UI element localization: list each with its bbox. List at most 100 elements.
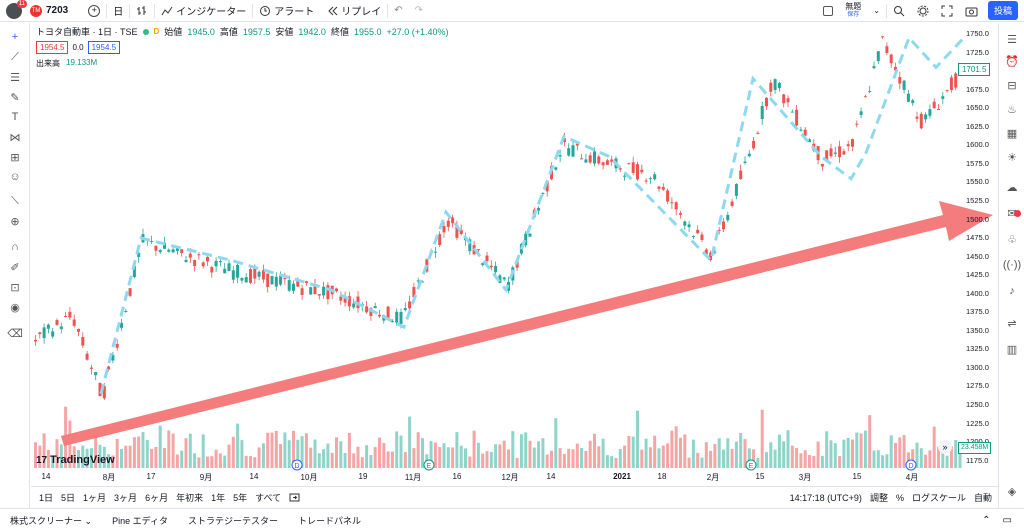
save-label: 保存 — [847, 11, 860, 18]
publish-button[interactable]: 投稿 — [987, 1, 1018, 20]
alarm-clock-icon[interactable]: ⏰ — [1004, 53, 1020, 69]
symbol-title[interactable]: トヨタ自動車 · 1日 · TSE — [36, 25, 138, 38]
goto-date-button[interactable] — [285, 492, 304, 504]
calendar-icon[interactable]: ▦ — [1004, 125, 1020, 141]
auto-scale-toggle[interactable]: 自動 — [974, 491, 992, 504]
symbol-search[interactable]: 7203 — [46, 5, 68, 16]
stream-icon[interactable]: ((·)) — [1003, 257, 1021, 273]
clock[interactable]: 14:17:18 (UTC+9) — [790, 493, 862, 503]
volume-bar — [945, 455, 949, 468]
candle-body — [799, 129, 803, 131]
chart-type-button[interactable] — [130, 0, 154, 22]
scroll-to-realtime-button[interactable]: » — [938, 440, 952, 454]
zoom-in-icon[interactable]: ⊕ — [6, 213, 24, 229]
log-scale-toggle[interactable]: ログスケール — [912, 491, 966, 504]
maximize-panel-button[interactable]: ▭ — [1003, 515, 1012, 526]
expand-panel-button[interactable]: ⌃ — [982, 515, 990, 526]
candle-body — [666, 190, 670, 202]
tab-screener[interactable]: 株式スクリーナー ⌄ — [0, 514, 102, 527]
ideas-icon[interactable]: ☀ — [1004, 149, 1020, 165]
volume-bar — [502, 440, 506, 468]
add-symbol-button[interactable]: + — [82, 0, 106, 22]
interval-button[interactable]: 日 — [107, 0, 129, 22]
range-1y[interactable]: 1年 — [207, 491, 229, 504]
quick-search-button[interactable] — [887, 0, 911, 22]
replay-button[interactable]: リプレイ — [320, 0, 387, 22]
eye-icon[interactable]: ◉ — [6, 299, 24, 315]
fib-retracement-icon[interactable]: ☰ — [6, 69, 24, 85]
trend-line-icon[interactable]: ⟋ — [6, 49, 24, 65]
buy-button[interactable]: 1954.5 — [87, 41, 121, 54]
dom-icon[interactable]: ⇌ — [1004, 315, 1020, 331]
lock-icon[interactable]: ⊡ — [6, 279, 24, 295]
tab-trading-panel[interactable]: トレードパネル — [288, 514, 371, 527]
volume-bar — [593, 433, 596, 468]
layout-menu-button[interactable]: ⌄ — [867, 0, 886, 22]
volume-bar — [188, 433, 192, 468]
tab-strategy-tester[interactable]: ストラテジーテスター — [178, 514, 288, 527]
range-3m[interactable]: 3ヶ月 — [110, 491, 141, 504]
range-6m[interactable]: 6ヶ月 — [141, 491, 172, 504]
range-1m[interactable]: 1ヶ月 — [79, 491, 110, 504]
text-tool-icon[interactable]: T — [6, 109, 24, 125]
redo-button[interactable]: ↷ — [409, 0, 429, 22]
range-1d[interactable]: 1日 — [31, 491, 57, 504]
ruler-icon[interactable]: ⟍ — [6, 193, 24, 209]
volume-bar — [769, 442, 773, 468]
trash-icon[interactable]: ⌫ — [6, 325, 24, 341]
magnet-icon[interactable]: ∩ — [6, 239, 24, 255]
emoji-icon[interactable]: ☺ — [6, 169, 24, 185]
candle-body — [588, 155, 592, 163]
candle-body — [317, 294, 321, 296]
range-all[interactable]: すべて — [251, 491, 285, 504]
prediction-icon[interactable]: ⊞ — [6, 149, 24, 165]
price-chart[interactable]: D E E D — [31, 23, 997, 485]
order-panel-icon[interactable]: ▥ — [1004, 341, 1020, 357]
volume-bar — [554, 418, 558, 468]
volume-label[interactable]: 出来高 — [36, 58, 60, 69]
tradingview-logo: 17 TradingView — [36, 454, 115, 466]
snapshot-button[interactable] — [959, 0, 984, 22]
save-layout-button[interactable]: 無題 保存 — [839, 2, 867, 20]
tab-screener-label: 株式スクリーナー — [10, 516, 83, 526]
watchlist-icon[interactable]: ☰ — [1004, 31, 1020, 47]
volume-bar — [532, 447, 536, 468]
indicators-button[interactable]: インジケーター — [155, 0, 252, 22]
volume-bar — [838, 456, 842, 468]
range-5d[interactable]: 5日 — [57, 491, 79, 504]
data-window-icon[interactable]: ⊟ — [1004, 77, 1020, 93]
crosshair-icon[interactable]: + — [6, 29, 24, 45]
candle-body — [653, 174, 657, 180]
adjust-toggle[interactable]: 調整 — [870, 491, 888, 504]
time-tick-label: 15 — [852, 472, 862, 481]
range-5y[interactable]: 5年 — [229, 491, 251, 504]
candle-body — [158, 250, 162, 253]
avatar[interactable]: 11 — [6, 0, 27, 19]
time-axis[interactable]: 14 8月 17 9月 14 10月 19 11月 16 12月 14 2021 18 2月 15 3月 15 4… — [31, 472, 997, 486]
layout-button[interactable] — [817, 0, 839, 22]
chat-icon[interactable]: ☁ — [1004, 179, 1020, 195]
layers-icon[interactable]: ◈ — [1004, 483, 1020, 499]
light-bulb-icon[interactable]: ♧ — [1004, 231, 1020, 247]
candle-body — [210, 267, 214, 273]
notification-bell-icon[interactable]: ♪ — [1004, 283, 1020, 299]
brush-icon[interactable]: ✎ — [6, 89, 24, 105]
alert-button[interactable]: アラート — [253, 0, 320, 22]
chart-canvas[interactable]: D E E D — [31, 23, 997, 485]
percent-toggle[interactable]: % — [896, 493, 904, 503]
candle-body — [68, 311, 72, 318]
candle-body — [790, 111, 794, 113]
price-tick-label: 1425.0 — [966, 270, 989, 280]
volume-bar — [257, 447, 261, 468]
lock-drawings-pencil-icon[interactable]: ✐ — [6, 259, 24, 275]
price-tick-label: 1725.0 — [966, 47, 989, 57]
fullscreen-button[interactable] — [935, 0, 959, 22]
range-ytd[interactable]: 年初来 — [172, 491, 207, 504]
pattern-icon[interactable]: ⋈ — [6, 129, 24, 145]
candle-body — [236, 265, 240, 278]
hotlist-icon[interactable]: ♨ — [1004, 101, 1020, 117]
sell-button[interactable]: 1954.5 — [36, 41, 69, 54]
tab-pine-editor[interactable]: Pine エディタ — [102, 514, 178, 527]
settings-button[interactable] — [911, 0, 935, 22]
undo-button[interactable]: ↶ — [388, 0, 408, 22]
